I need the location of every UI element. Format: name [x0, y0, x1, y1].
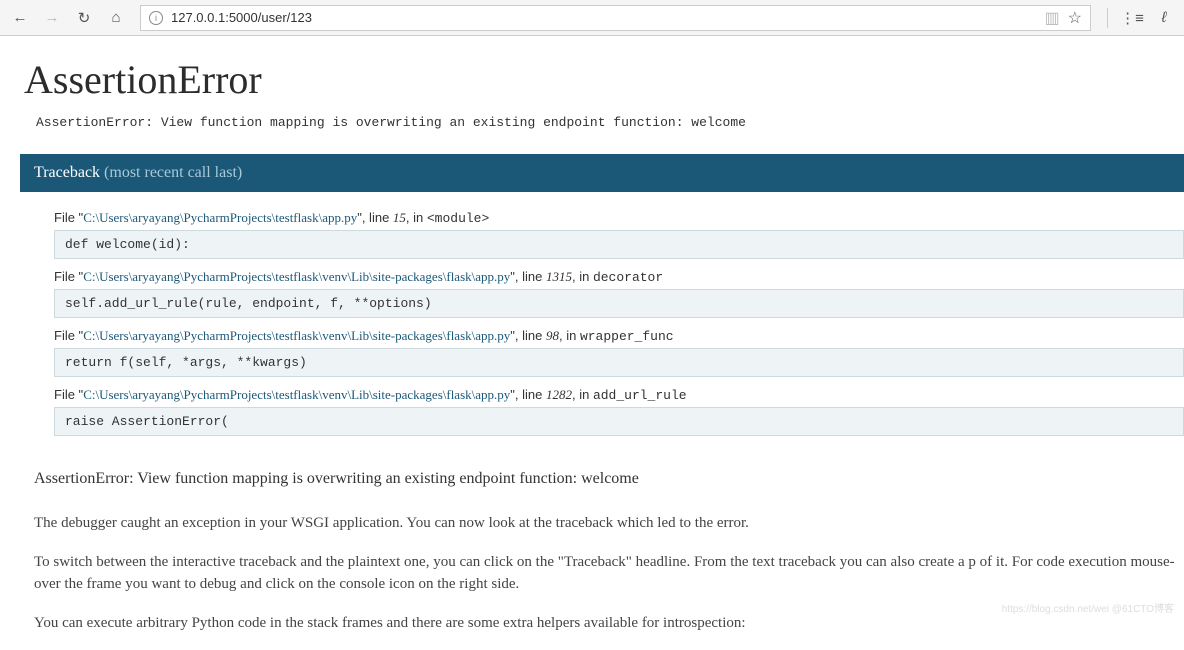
- traceback-frame[interactable]: File "C:\Users\aryayang\PycharmProjects\…: [54, 269, 1184, 318]
- home-button[interactable]: ⌂: [104, 6, 128, 30]
- frame-code[interactable]: def welcome(id):: [54, 230, 1184, 259]
- traceback-frame[interactable]: File "C:\Users\aryayang\PycharmProjects\…: [54, 387, 1184, 436]
- frames-container: File "C:\Users\aryayang\PycharmProjects\…: [24, 192, 1184, 456]
- favorites-list-icon[interactable]: ⋮≡: [1120, 6, 1144, 30]
- frame-location: File "C:\Users\aryayang\PycharmProjects\…: [54, 269, 1184, 285]
- error-message: AssertionError: View function mapping is…: [36, 115, 1184, 130]
- address-bar[interactable]: i 127.0.0.1:5000/user/123 ▥ ☆: [140, 5, 1091, 31]
- frame-location: File "C:\Users\aryayang\PycharmProjects\…: [54, 387, 1184, 403]
- debugger-description-2: To switch between the interactive traceb…: [34, 551, 1184, 596]
- frame-code[interactable]: self.add_url_rule(rule, endpoint, f, **o…: [54, 289, 1184, 318]
- back-button[interactable]: ←: [8, 6, 32, 30]
- traceback-frame[interactable]: File "C:\Users\aryayang\PycharmProjects\…: [54, 328, 1184, 377]
- traceback-header[interactable]: Traceback (most recent call last): [20, 154, 1184, 192]
- forward-button[interactable]: →: [40, 6, 64, 30]
- reading-view-icon[interactable]: ▥: [1045, 8, 1060, 28]
- browser-toolbar: ← → ↻ ⌂ i 127.0.0.1:5000/user/123 ▥ ☆ ⋮≡…: [0, 0, 1184, 36]
- page-content: AssertionError AssertionError: View func…: [0, 36, 1184, 634]
- page-title: AssertionError: [24, 56, 1184, 103]
- watermark: https://blog.csdn.net/wei @61CTO博客: [1002, 600, 1174, 615]
- frame-location: File "C:\Users\aryayang\PycharmProjects\…: [54, 210, 1184, 226]
- frame-code[interactable]: return f(self, *args, **kwargs): [54, 348, 1184, 377]
- refresh-button[interactable]: ↻: [72, 6, 96, 30]
- debugger-description-1: The debugger caught an exception in your…: [34, 512, 1184, 535]
- info-icon[interactable]: i: [149, 11, 163, 25]
- frame-code[interactable]: raise AssertionError(: [54, 407, 1184, 436]
- final-error: AssertionError: View function mapping is…: [34, 470, 1184, 488]
- edit-icon[interactable]: ℓ: [1152, 6, 1176, 30]
- url-text: 127.0.0.1:5000/user/123: [171, 10, 1037, 25]
- traceback-label: Traceback: [34, 164, 100, 181]
- traceback-frame[interactable]: File "C:\Users\aryayang\PycharmProjects\…: [54, 210, 1184, 259]
- traceback-sub: (most recent call last): [104, 164, 242, 181]
- favorite-icon[interactable]: ☆: [1068, 8, 1082, 28]
- frame-location: File "C:\Users\aryayang\PycharmProjects\…: [54, 328, 1184, 344]
